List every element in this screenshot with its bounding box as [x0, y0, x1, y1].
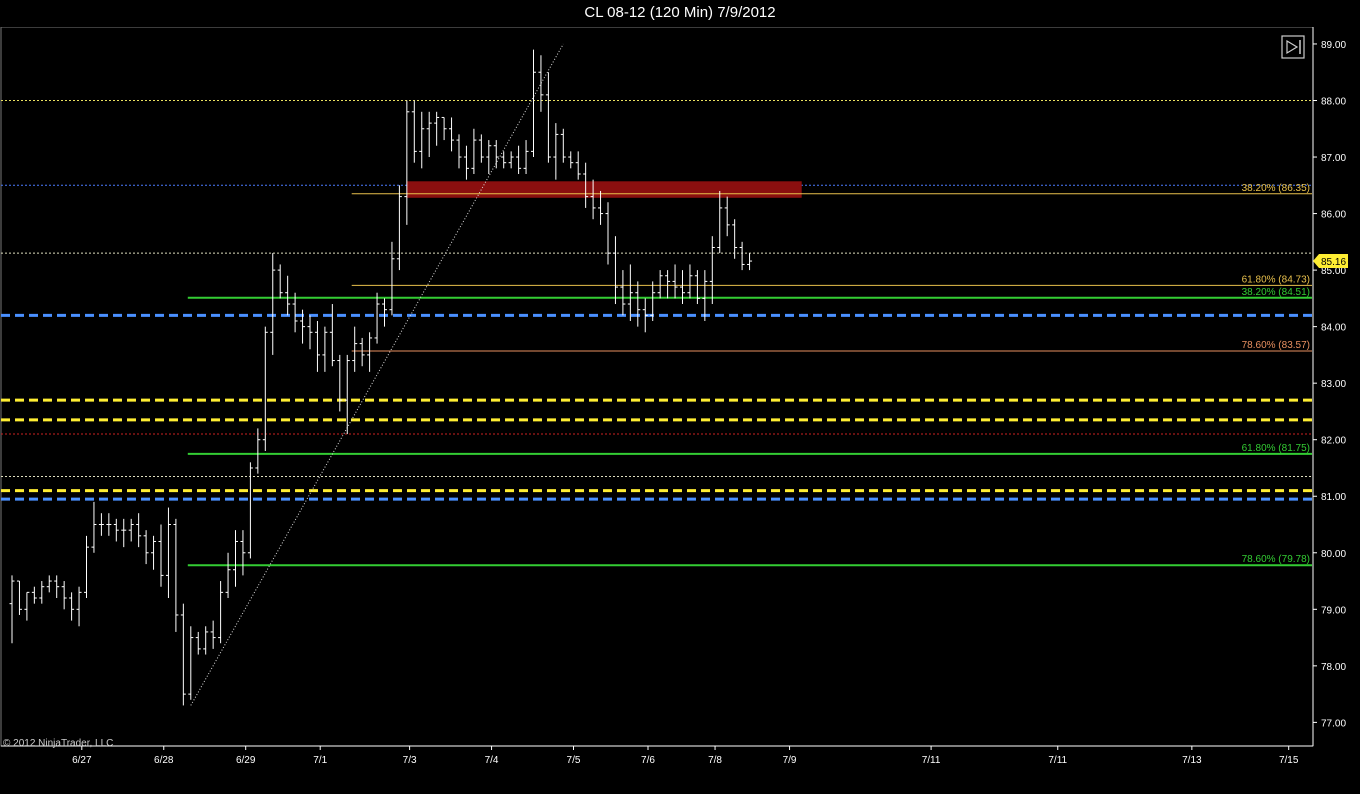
x-tick-label: 6/28: [154, 755, 174, 766]
y-tick-label: 79.00: [1321, 605, 1346, 616]
y-tick-label: 83.00: [1321, 379, 1346, 390]
fib-level-label: 61.80% (84.73): [1242, 274, 1310, 285]
x-tick-label: 7/15: [1279, 755, 1299, 766]
x-tick-label: 7/1: [313, 755, 327, 766]
x-tick-label: 7/11: [922, 755, 941, 766]
fib-level-label: 78.60% (83.57): [1242, 340, 1310, 351]
y-tick-label: 78.00: [1321, 662, 1346, 673]
x-tick-label: 7/4: [485, 755, 499, 766]
y-tick-label: 80.00: [1321, 549, 1346, 560]
x-tick-label: 7/9: [783, 755, 797, 766]
x-tick-label: 6/27: [72, 755, 92, 766]
chart-title: CL 08-12 (120 Min) 7/9/2012: [0, 0, 1360, 26]
y-tick-label: 89.00: [1321, 40, 1346, 51]
y-tick-label: 77.00: [1321, 718, 1346, 729]
y-tick-label: 82.00: [1321, 436, 1346, 447]
last-price-label: 85.16: [1321, 257, 1346, 268]
x-tick-label: 7/3: [403, 755, 417, 766]
fib-level-label: 78.60% (79.78): [1242, 554, 1310, 565]
fib-level-label: 38.20% (86.35): [1242, 183, 1310, 194]
fib-level-label: 61.80% (81.75): [1242, 443, 1310, 454]
resistance-zone[interactable]: [406, 181, 802, 198]
x-tick-label: 7/6: [641, 755, 655, 766]
y-tick-label: 81.00: [1321, 492, 1346, 503]
y-tick-label: 84.00: [1321, 323, 1346, 334]
fib-level-label: 38.20% (84.51): [1242, 287, 1310, 298]
x-tick-label: 7/11: [1048, 755, 1067, 766]
chart-area[interactable]: 38.20% (86.35) 61.80% (84.73) 38.20% (84.5…: [0, 27, 1360, 794]
y-tick-label: 87.00: [1321, 153, 1346, 164]
x-tick-label: 7/8: [708, 755, 722, 766]
x-tick-label: 6/29: [236, 755, 256, 766]
y-tick-label: 88.00: [1321, 96, 1346, 107]
x-tick-label: 7/13: [1182, 755, 1202, 766]
y-tick-label: 86.00: [1321, 210, 1346, 221]
price-chart[interactable]: 38.20% (86.35) 61.80% (84.73) 38.20% (84.5…: [0, 27, 1360, 794]
copyright-text: © 2012 NinjaTrader, LLC: [3, 738, 113, 749]
x-tick-label: 7/5: [567, 755, 581, 766]
